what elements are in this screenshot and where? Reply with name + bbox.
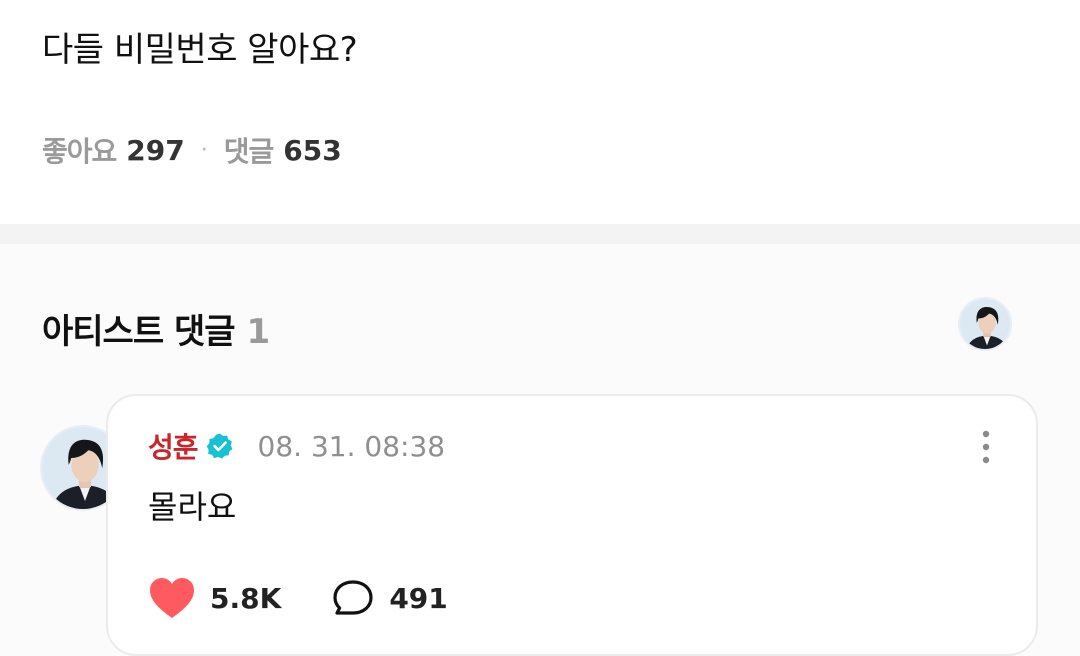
stat-separator: · bbox=[200, 137, 208, 163]
likes-count: 297 bbox=[126, 133, 185, 167]
post-title: 다들 비밀번호 알아요? bbox=[42, 30, 358, 70]
artist-comments-section: 아티스트 댓글 1 성훈 08. 31. 08:38 몰라요 5.8K 491 bbox=[0, 244, 1080, 656]
artist-filter-avatar[interactable] bbox=[958, 297, 1012, 351]
speech-bubble-icon bbox=[333, 580, 373, 615]
verified-badge-icon bbox=[206, 432, 234, 460]
like-count: 5.8K bbox=[210, 581, 282, 615]
comment-card: 성훈 08. 31. 08:38 몰라요 5.8K 491 bbox=[106, 394, 1038, 656]
post-stats: 좋아요 297 · 댓글 653 bbox=[42, 130, 342, 170]
comments-label: 댓글 bbox=[223, 135, 275, 168]
comments-count: 653 bbox=[283, 133, 342, 167]
section-divider bbox=[0, 224, 1080, 244]
section-header: 아티스트 댓글 1 bbox=[42, 304, 270, 353]
likes-label: 좋아요 bbox=[42, 135, 117, 168]
heart-icon bbox=[150, 578, 194, 618]
reply-count: 491 bbox=[389, 581, 448, 615]
comment-header: 성훈 08. 31. 08:38 bbox=[148, 426, 445, 466]
avatar-portrait-icon bbox=[960, 299, 1010, 349]
section-count: 1 bbox=[246, 312, 271, 352]
like-button[interactable]: 5.8K bbox=[148, 576, 281, 620]
comment-author-name[interactable]: 성훈 bbox=[148, 426, 199, 466]
reply-button[interactable]: 491 bbox=[331, 578, 448, 618]
comment-timestamp: 08. 31. 08:38 bbox=[257, 429, 446, 463]
more-vertical-icon[interactable] bbox=[980, 430, 992, 464]
section-title: 아티스트 댓글 bbox=[42, 312, 236, 352]
comment-text: 몰라요 bbox=[148, 488, 237, 526]
comment-actions: 5.8K 491 bbox=[148, 576, 498, 620]
